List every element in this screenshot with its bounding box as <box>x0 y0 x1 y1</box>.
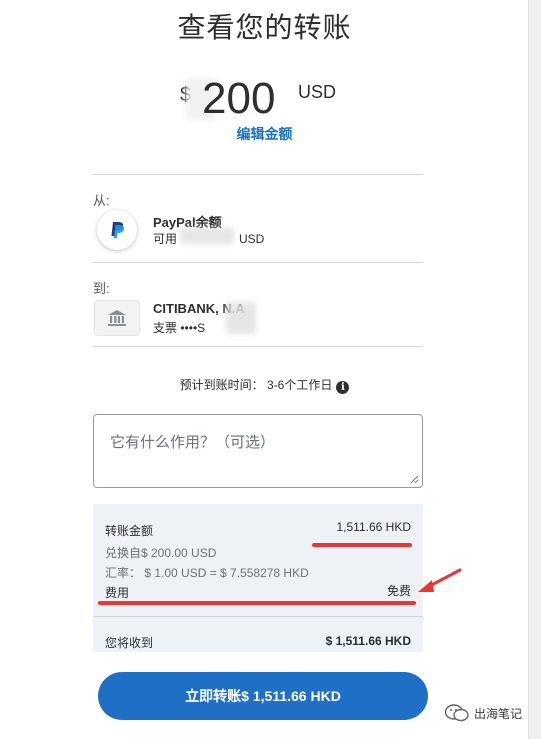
resize-grip-icon[interactable] <box>410 475 419 484</box>
page-title: 查看您的转账 <box>177 11 352 44</box>
divider <box>93 346 423 347</box>
available-currency: USD <box>239 232 265 246</box>
wechat-logo-icon <box>444 704 469 722</box>
note-textarea[interactable]: 它有什么作用？（可选） <box>93 414 423 488</box>
transfer-amount-label: 转账金额 <box>105 524 154 538</box>
divider <box>93 262 423 263</box>
amount-value: 200 <box>202 74 276 123</box>
watermark-text: 出海笔记 <box>474 707 523 721</box>
to-label: 到: <box>93 281 110 296</box>
from-label: 从: <box>93 193 110 208</box>
divider <box>93 174 423 175</box>
annotation-arrow-icon <box>418 568 462 592</box>
eta-text: 预计到账时间： 3-6个工作日 i <box>0 376 529 394</box>
blurred-region <box>180 228 234 244</box>
receive-value: $ 1,511.66 HKD <box>325 634 411 648</box>
annotation-underline <box>312 543 412 547</box>
paypal-logo-icon <box>97 210 137 250</box>
transfer-now-button[interactable]: 立即转账$ 1,511.66 HKD <box>98 672 428 720</box>
converted-from: 兑换自$ 200.00 USD <box>105 546 217 560</box>
blurred-region <box>226 302 256 334</box>
receive-label: 您将收到 <box>105 636 154 650</box>
fee-value: 免费 <box>386 584 411 598</box>
available-prefix: 可用 <box>153 232 178 246</box>
exchange-rate: 汇率： $ 1.00 USD = $ 7.558278 HKD <box>105 566 309 580</box>
edit-amount-link[interactable]: 编辑金额 <box>0 124 529 144</box>
scrollbar[interactable] <box>528 0 541 739</box>
bank-icon <box>94 300 140 336</box>
fee-label: 费用 <box>105 586 130 600</box>
to-account-number: 支票 ••••S <box>153 321 206 335</box>
info-icon[interactable]: i <box>336 381 350 394</box>
transfer-amount-value: 1,511.66 HKD <box>336 520 412 534</box>
eta-label: 预计到账时间： 3-6个工作日 <box>179 378 333 392</box>
divider <box>93 616 423 617</box>
transfer-summary: 转账金额 1,511.66 HKD 兑换自$ 200.00 USD 汇率： $ … <box>93 504 423 652</box>
note-placeholder: 它有什么作用？（可选） <box>110 434 276 451</box>
amount-currency: USD <box>298 82 337 102</box>
annotation-underline <box>98 601 416 605</box>
